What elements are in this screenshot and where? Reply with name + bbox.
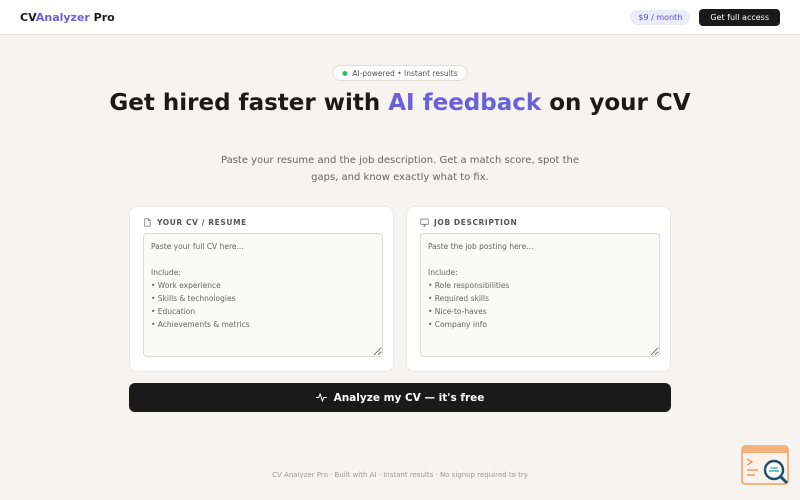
headline-part1: Get hired faster with xyxy=(109,90,389,116)
price-badge: $9 / month xyxy=(630,9,691,25)
search-widget-icon[interactable] xyxy=(740,444,790,488)
monitor-icon xyxy=(420,218,429,227)
logo-analyzer: Analyzer xyxy=(35,10,90,24)
feature-pill-text: AI-powered • Instant results xyxy=(352,68,458,78)
headline-highlight: AI feedback xyxy=(388,90,542,116)
logo-pro: Pro xyxy=(89,10,115,24)
get-full-access-button[interactable]: Get full access xyxy=(699,8,780,26)
document-icon xyxy=(144,218,151,227)
pulse-icon xyxy=(315,393,327,402)
cv-card-label-text: YOUR CV / RESUME xyxy=(157,218,247,227)
top-right-group: $9 / month Get full access xyxy=(630,8,780,26)
feature-pill: AI-powered • Instant results xyxy=(332,65,468,81)
cv-textarea[interactable] xyxy=(143,233,383,357)
status-dot-icon xyxy=(342,70,348,76)
cv-card: YOUR CV / RESUME xyxy=(129,206,394,372)
headline-part2: on your CV xyxy=(541,90,691,116)
logo[interactable]: CVAnalyzer Pro xyxy=(20,11,115,24)
top-bar: CVAnalyzer Pro $9 / month Get full acces… xyxy=(0,0,800,35)
job-card-label: JOB DESCRIPTION xyxy=(420,218,517,227)
cv-card-label: YOUR CV / RESUME xyxy=(143,218,247,227)
analyze-button-label: Analyze my CV — it's free xyxy=(333,391,485,404)
page-title: Get hired faster with AI feedback on you… xyxy=(0,89,800,117)
job-card-label-text: JOB DESCRIPTION xyxy=(434,218,518,227)
job-card: JOB DESCRIPTION xyxy=(406,206,671,372)
logo-cv: CV xyxy=(20,10,36,24)
footer-text: CV Analyzer Pro · Built with AI · Instan… xyxy=(272,471,528,479)
analyze-cv-button[interactable]: Analyze my CV — it's free xyxy=(129,383,671,412)
page-subtitle: Paste your resume and the job descriptio… xyxy=(221,155,579,183)
job-textarea[interactable] xyxy=(420,233,660,357)
